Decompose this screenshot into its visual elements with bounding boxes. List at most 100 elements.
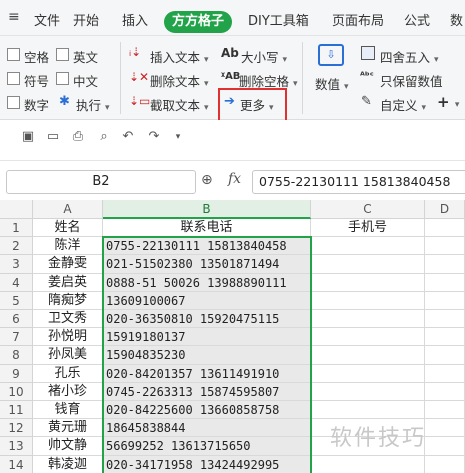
cell-d[interactable] <box>425 437 465 456</box>
phone-cell[interactable]: 56699252 13613715650 <box>103 437 311 456</box>
formula-input[interactable]: 0755-22130111 15813840458 <box>252 170 465 194</box>
fx-icon[interactable]: fx <box>228 171 241 187</box>
tab-diy-toolbox[interactable]: DIY工具箱 <box>248 10 309 29</box>
header-cell-mobile[interactable]: 手机号 <box>311 219 425 238</box>
tab-formulas[interactable]: 公式 <box>404 10 430 29</box>
row-header[interactable]: 10 <box>0 382 33 401</box>
column-header-b[interactable]: B <box>103 200 311 219</box>
checkbox-chinese[interactable] <box>56 72 69 85</box>
menu-file[interactable]: 文件 <box>34 10 60 29</box>
execute-button[interactable]: 执行 ▾ <box>76 95 110 114</box>
column-header-c[interactable]: C <box>311 200 425 219</box>
hamburger-icon[interactable]: ≡ <box>8 9 20 25</box>
case-button[interactable]: 大小写 ▾ <box>241 47 287 66</box>
folder-icon[interactable]: ▭ <box>45 129 61 145</box>
row-header[interactable]: 6 <box>0 310 33 329</box>
name-cell[interactable]: 钱育 <box>33 401 103 420</box>
name-cell[interactable]: 韩凌迦 <box>33 455 103 473</box>
row-header[interactable]: 12 <box>0 419 33 438</box>
row-header[interactable]: 7 <box>0 328 33 347</box>
cell-d[interactable] <box>425 255 465 274</box>
name-cell[interactable]: 黄元珊 <box>33 419 103 438</box>
tab-page-layout[interactable]: 页面布局 <box>332 10 384 29</box>
insert-text-button[interactable]: 插入文本 ▾ <box>150 47 209 66</box>
mobile-cell[interactable] <box>311 455 425 473</box>
row-header[interactable]: 3 <box>0 255 33 274</box>
phone-cell[interactable]: 15904835230 <box>103 346 311 365</box>
cell-d[interactable] <box>425 346 465 365</box>
phone-cell[interactable]: 020-34171958 13424492995 <box>103 455 311 473</box>
mobile-cell[interactable] <box>311 273 425 292</box>
custom-button[interactable]: 自定义 ▾ <box>380 95 426 114</box>
cell-d[interactable] <box>425 419 465 438</box>
phone-cell[interactable]: 020-84201357 13611491910 <box>103 364 311 383</box>
values-button[interactable]: 数值 ▾ <box>315 74 349 93</box>
name-cell[interactable]: 孙凤美 <box>33 346 103 365</box>
cell-d[interactable] <box>425 273 465 292</box>
row-header[interactable]: 14 <box>0 455 33 473</box>
phone-cell[interactable]: 15919180137 <box>103 328 311 347</box>
header-cell-phone[interactable]: 联系电话 <box>103 219 311 238</box>
row-header[interactable]: 4 <box>0 273 33 292</box>
cell-d[interactable] <box>425 310 465 329</box>
row-header[interactable]: 9 <box>0 364 33 383</box>
customize-dropdown-icon[interactable]: ▾ <box>170 129 186 145</box>
cell-d[interactable] <box>425 364 465 383</box>
tab-fangfang-active[interactable]: 方方格子 <box>164 11 232 33</box>
checkbox-space[interactable] <box>7 48 20 61</box>
mobile-cell[interactable] <box>311 346 425 365</box>
mobile-cell[interactable] <box>311 237 425 256</box>
row-header-1[interactable]: 1 <box>0 219 33 238</box>
cell-d1[interactable] <box>425 219 465 238</box>
name-cell[interactable]: 孔乐 <box>33 364 103 383</box>
tab-home[interactable]: 开始 <box>73 10 99 29</box>
name-cell[interactable]: 隋痴梦 <box>33 291 103 310</box>
cell-d[interactable] <box>425 401 465 420</box>
name-cell[interactable]: 陈洋 <box>33 237 103 256</box>
name-cell[interactable]: 孙悦明 <box>33 328 103 347</box>
mobile-cell[interactable] <box>311 382 425 401</box>
save-icon[interactable]: ▣ <box>20 129 36 145</box>
zoom-icon[interactable]: ⊕ <box>201 172 213 188</box>
name-cell[interactable]: 褚小珍 <box>33 382 103 401</box>
redo-icon[interactable]: ↷ <box>146 129 162 145</box>
cell-d[interactable] <box>425 382 465 401</box>
mobile-cell[interactable] <box>311 328 425 347</box>
mobile-cell[interactable] <box>311 255 425 274</box>
print-icon[interactable]: ⎙ <box>70 129 86 145</box>
tab-insert[interactable]: 插入 <box>122 10 148 29</box>
round-button[interactable]: 四舍五入 ▾ <box>380 47 439 66</box>
row-header[interactable]: 2 <box>0 237 33 256</box>
row-header[interactable]: 11 <box>0 401 33 420</box>
keep-values-button[interactable]: 只保留数值 <box>380 71 443 90</box>
phone-cell[interactable]: 0745-2263313 15874595807 <box>103 382 311 401</box>
tab-data[interactable]: 数 <box>450 10 463 29</box>
plus-button[interactable]: + ▾ <box>437 93 459 111</box>
extract-text-button[interactable]: 截取文本 ▾ <box>150 95 209 114</box>
row-header[interactable]: 8 <box>0 346 33 365</box>
row-header[interactable]: 13 <box>0 437 33 456</box>
name-cell[interactable]: 姜启英 <box>33 273 103 292</box>
row-header[interactable]: 5 <box>0 291 33 310</box>
mobile-cell[interactable] <box>311 291 425 310</box>
preview-icon[interactable]: ⌕ <box>96 129 112 145</box>
phone-cell[interactable]: 021-51502380 13501871494 <box>103 255 311 274</box>
checkbox-number[interactable] <box>7 96 20 109</box>
cell-d[interactable] <box>425 291 465 310</box>
name-cell[interactable]: 卫文秀 <box>33 310 103 329</box>
cell-d[interactable] <box>425 455 465 473</box>
phone-cell[interactable]: 020-36350810 15920475115 <box>103 310 311 329</box>
phone-cell[interactable]: 18645838844 <box>103 419 311 438</box>
name-box[interactable]: B2 <box>6 170 196 194</box>
phone-cell[interactable]: 020-84225600 13660858758 <box>103 401 311 420</box>
undo-icon[interactable]: ↶ <box>120 129 136 145</box>
mobile-cell[interactable] <box>311 401 425 420</box>
select-all-corner[interactable] <box>0 200 33 219</box>
cell-d[interactable] <box>425 328 465 347</box>
column-header-d[interactable]: D <box>425 200 465 219</box>
name-cell[interactable]: 帅文静 <box>33 437 103 456</box>
checkbox-symbol[interactable] <box>7 72 20 85</box>
checkbox-english[interactable] <box>56 48 69 61</box>
header-cell-name[interactable]: 姓名 <box>33 219 103 238</box>
column-header-a[interactable]: A <box>33 200 103 219</box>
